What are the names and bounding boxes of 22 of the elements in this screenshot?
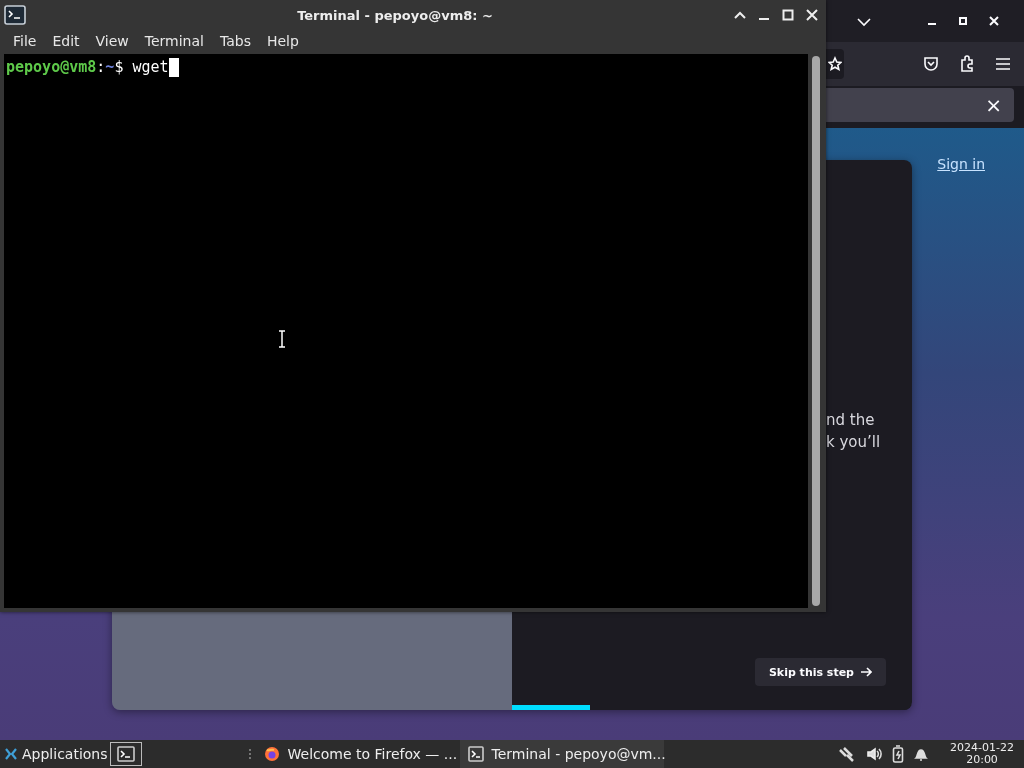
menu-item[interactable]: Edit	[44, 33, 88, 49]
sign-in-link[interactable]: Sign in	[937, 156, 985, 172]
menu-item[interactable]: Tabs	[211, 33, 259, 49]
prompt-path: ~	[105, 58, 115, 77]
command-text: wget	[132, 58, 169, 77]
clock-time: 20:00	[966, 754, 998, 766]
applications-menu[interactable]: Applications	[0, 740, 110, 768]
skip-button[interactable]: Skip this step	[754, 658, 886, 686]
clock-date: 2024-01-22	[950, 742, 1014, 754]
menu-item[interactable]: View	[87, 33, 137, 49]
body-text: k you’ll	[826, 432, 882, 453]
task-button[interactable]: Terminal - pepoyo@vm...	[459, 740, 664, 768]
prompt-user: pepoyo@vm8	[6, 58, 97, 77]
clock[interactable]: 2024-01-22 20:00	[950, 742, 1014, 766]
window-title: Terminal - pepoyo@vm8: ~	[296, 7, 494, 23]
close-button[interactable]: ×	[981, 95, 1006, 115]
menu-item[interactable]: Terminal	[136, 33, 212, 49]
menu-item[interactable]: File	[5, 33, 45, 49]
menu-item[interactable]: Help	[258, 33, 307, 49]
prompt-separator: :	[96, 58, 106, 77]
prompt-symbol: $	[114, 58, 125, 77]
body-text: nd the	[826, 410, 876, 431]
